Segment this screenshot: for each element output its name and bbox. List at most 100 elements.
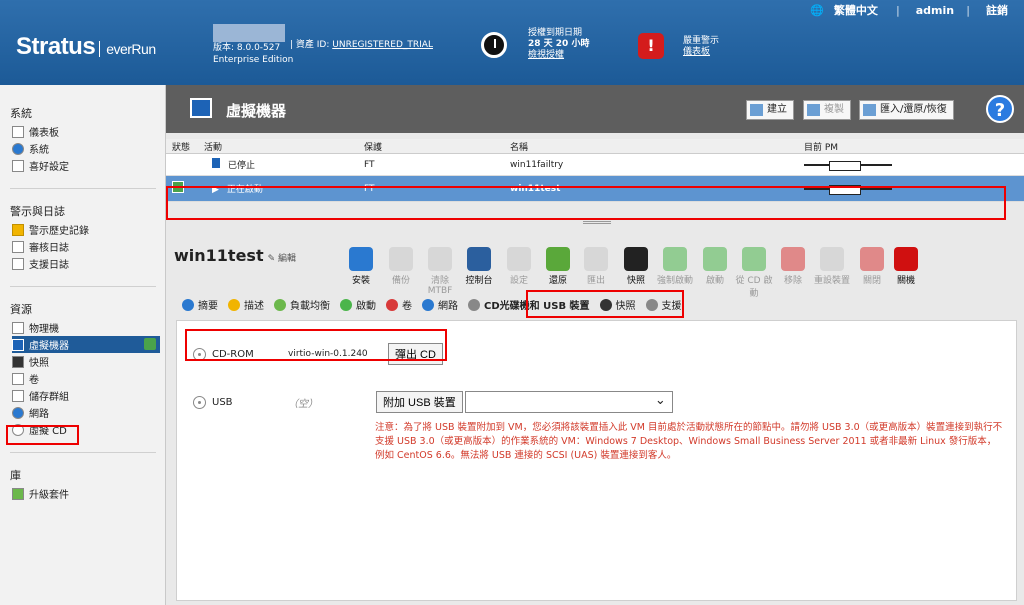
sidebar-item-upgrade-kits[interactable]: 升級套件 <box>12 485 165 502</box>
sidebar-item-audit-log[interactable]: 審核日誌 <box>12 238 165 255</box>
action-7-button[interactable]: 快照 <box>616 247 656 286</box>
highlight-box <box>6 425 79 445</box>
highlight-box <box>526 290 684 318</box>
logout-link[interactable]: 註銷 <box>986 4 1008 17</box>
sidebar-item-dashboard[interactable]: 儀表板 <box>12 123 165 140</box>
vm-icon <box>190 98 212 118</box>
tab-2[interactable]: 負載均衡 <box>274 295 330 314</box>
sidebar-item-support-log[interactable]: 支援日誌 <box>12 255 165 272</box>
action-icon <box>663 247 687 271</box>
network-icon <box>12 406 24 419</box>
action-9-button[interactable]: 啟動 <box>695 247 735 286</box>
import-button[interactable]: 匯入/還原/恢復 <box>859 100 954 120</box>
copy-icon <box>807 104 820 116</box>
table-header: 狀態 活動 保護 名稱 目前 PM <box>166 139 1024 154</box>
sidebar-item-alert-history[interactable]: 警示歷史記錄 <box>12 221 165 238</box>
sidebar-item-volumes[interactable]: 卷 <box>12 370 165 387</box>
user-menu[interactable]: admin <box>916 4 954 17</box>
sidebar-item-system[interactable]: 系統 <box>12 140 165 157</box>
usb-notice: 注意：為了將 USB 裝置附加到 VM，您必須將該裝置插入此 VM 目前處於活動… <box>375 422 1003 461</box>
asset-id: | 資產 ID: UNREGISTERED_TRIAL <box>290 40 433 50</box>
sidebar-item-storage-groups[interactable]: 儲存群組 <box>12 387 165 404</box>
action-0-button[interactable]: 安裝 <box>341 247 381 286</box>
storage-icon <box>12 389 24 402</box>
usb-value: （空） <box>288 398 318 410</box>
sidebar-group-alerts: 警示與日誌 <box>10 205 65 218</box>
warning-icon <box>12 223 24 236</box>
usb-device-select[interactable] <box>464 391 673 413</box>
attach-usb-button[interactable]: 附加 USB 裝置 <box>376 391 463 413</box>
server-icon <box>12 321 24 334</box>
action-3-button[interactable]: 控制台 <box>459 247 499 286</box>
help-icon[interactable]: ? <box>986 95 1014 123</box>
tab-icon <box>274 298 286 311</box>
critical-alerts: 嚴重警示 儀表板 <box>683 36 720 57</box>
tab-4[interactable]: 卷 <box>386 295 412 314</box>
user-links: 🌐 繁體中文 | admin | 註銷 <box>810 4 1008 17</box>
import-icon <box>863 104 876 116</box>
action-icon <box>389 247 413 271</box>
create-icon <box>750 104 763 116</box>
action-icon <box>349 247 373 271</box>
tab-icon <box>182 298 194 311</box>
log-icon <box>12 257 24 270</box>
action-icon <box>820 247 844 271</box>
clock-icon <box>481 32 507 58</box>
sidebar-item-virtual-machines[interactable]: 虛擬機器 <box>12 336 160 353</box>
table-row[interactable]: 已停止 FT win11failtry <box>166 154 1024 176</box>
upgrade-icon <box>12 487 24 500</box>
tab-icon <box>340 298 352 311</box>
volume-icon <box>12 372 24 385</box>
vm-detail-panel: win11test ✎ 編輯 安裝 備份 清除 MTBF 控制台 設定 還原 匯出 快照 強制啟動… <box>166 234 1024 605</box>
page-title: 虛擬機器 <box>226 102 287 120</box>
sidebar-group-system: 系統 <box>10 107 32 120</box>
action-icon <box>703 247 727 271</box>
license-info: 授權到期日期 28 天 20 小時 檢視授權 <box>528 28 590 60</box>
action-icon <box>781 247 805 271</box>
sidebar-group-resources: 資源 <box>10 303 32 316</box>
sidebar-group-library: 庫 <box>10 469 21 482</box>
copy-button[interactable]: 複製 <box>803 100 851 120</box>
action-icon <box>507 247 531 271</box>
highlight-box <box>185 329 447 361</box>
sidebar-item-snapshots[interactable]: 快照 <box>12 353 165 370</box>
sidebar: 系統 儀表板 系統 喜好設定 警示與日誌 警示歷史記錄 審核日誌 支援日誌 資源… <box>0 85 166 605</box>
action-5-button[interactable]: 還原 <box>538 247 578 286</box>
system-name-redacted <box>213 24 285 42</box>
action-1-button[interactable]: 備份 <box>381 247 421 286</box>
tab-5[interactable]: 網路 <box>422 295 458 314</box>
create-button[interactable]: 建立 <box>746 100 794 120</box>
language-select[interactable]: 🌐 繁體中文 <box>810 4 884 17</box>
highlight-box <box>166 186 1006 220</box>
action-14-button[interactable]: 關機 <box>886 247 926 286</box>
sidebar-divider <box>10 452 156 453</box>
action-icon <box>742 247 766 271</box>
pane-splitter[interactable] <box>583 221 611 224</box>
action-12-button[interactable]: 重設裝置 <box>812 247 852 286</box>
action-4-button[interactable]: 設定 <box>499 247 539 286</box>
action-8-button[interactable]: 強制啟動 <box>655 247 695 286</box>
sidebar-item-physical-machines[interactable]: 物理機 <box>12 319 165 336</box>
action-6-button[interactable]: 匯出 <box>576 247 616 286</box>
sidebar-item-preferences[interactable]: 喜好設定 <box>12 157 165 174</box>
refresh-icon[interactable] <box>144 338 156 350</box>
tab-0[interactable]: 摘要 <box>182 295 218 314</box>
action-icon <box>546 247 570 271</box>
action-10-button[interactable]: 從 CD 啟動 <box>734 247 774 299</box>
main-content: 虛擬機器 建立 複製 匯入/還原/恢復 ? 狀態 活動 保護 名稱 目前 PM … <box>166 85 1024 605</box>
action-11-button[interactable]: 移除 <box>773 247 813 286</box>
action-icon <box>584 247 608 271</box>
tab-1[interactable]: 描述 <box>228 295 264 314</box>
top-header: Stratus everRun 版本: 8.0.0-527 Enterprise … <box>0 0 1024 85</box>
dashboard-link[interactable]: 儀表板 <box>683 47 710 57</box>
version-info: 版本: 8.0.0-527 Enterprise Edition <box>213 24 293 66</box>
view-license-link[interactable]: 檢視授權 <box>528 50 564 60</box>
sidebar-item-networks[interactable]: 網路 <box>12 404 165 421</box>
preferences-icon <box>12 159 24 172</box>
tab-3[interactable]: 啟動 <box>340 295 376 314</box>
usb-row: USB （空） 附加 USB 裝置 <box>193 391 673 413</box>
vm-name: win11test ✎ 編輯 <box>174 246 297 265</box>
asset-id-link[interactable]: UNREGISTERED_TRIAL <box>332 40 433 50</box>
edit-link[interactable]: ✎ 編輯 <box>268 254 296 264</box>
action-2-button[interactable]: 清除 MTBF <box>420 247 460 296</box>
